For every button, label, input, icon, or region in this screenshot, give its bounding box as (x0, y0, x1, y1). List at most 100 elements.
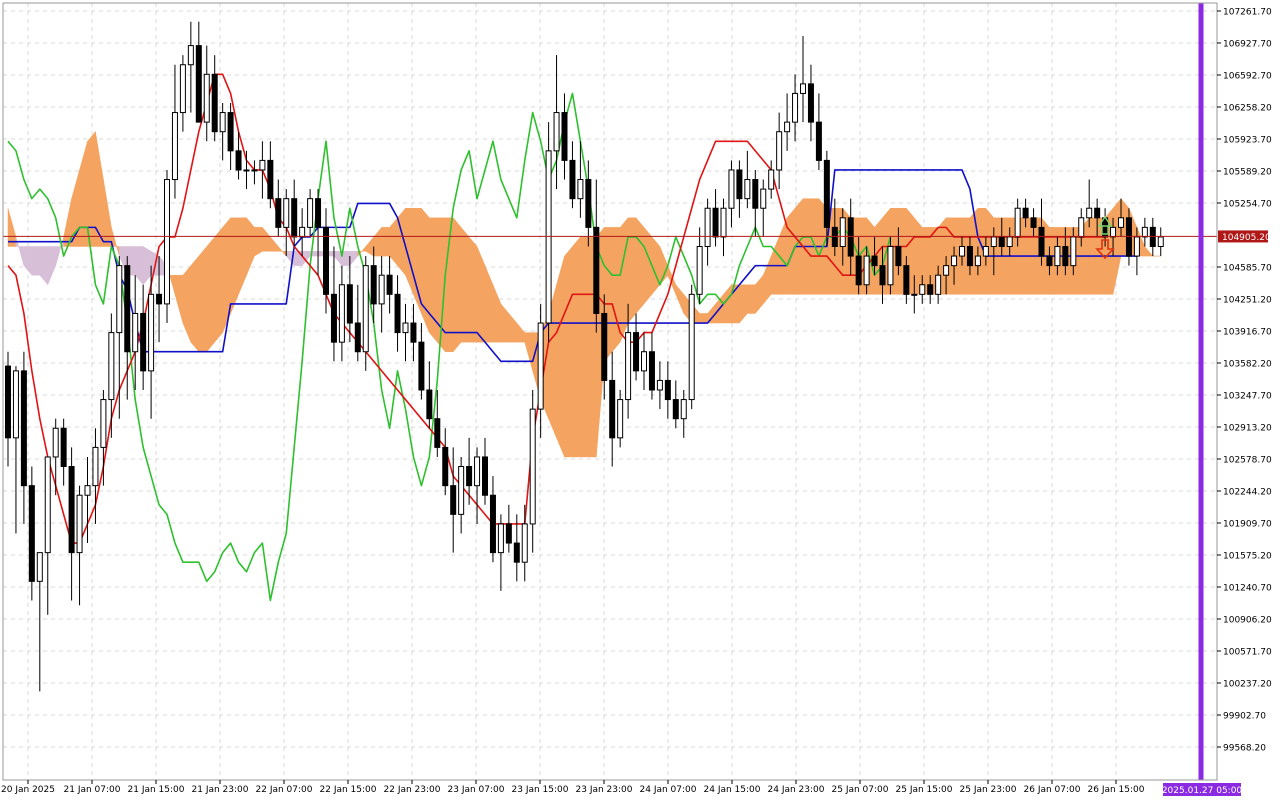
ichimoku-chart-svg: 107261.70 106927.70 106592.70 106258.20 1059… (0, 0, 1280, 800)
candle-bullish (36, 552, 43, 582)
candle-bearish (752, 179, 759, 209)
candle-bullish (951, 255, 958, 267)
time-tick-label: 26 Jan 15:00 (1088, 785, 1145, 795)
price-tick-label: 100237.20 (1223, 680, 1272, 690)
candle-bullish (760, 188, 767, 209)
price-tick-label: 106927.70 (1223, 39, 1272, 49)
candle-bearish (346, 284, 353, 324)
candle-bullish (148, 293, 155, 372)
candle-bullish (1006, 236, 1013, 247)
price-tick-label: 99902.70 (1223, 712, 1266, 722)
price-tick-label: 101240.70 (1223, 584, 1272, 594)
candle-bearish (648, 351, 655, 391)
candle-bearish (561, 112, 568, 161)
candle-bullish (839, 217, 846, 247)
candle-bearish (195, 45, 202, 123)
kumo-bullish-segment (214, 226, 223, 343)
candle-bearish (823, 159, 830, 228)
time-tick-label: 25 Jan 15:00 (896, 785, 953, 795)
candle-bearish (1030, 217, 1037, 228)
candle-bearish (569, 159, 576, 200)
candle-bullish (458, 466, 465, 515)
candle-bearish (998, 236, 1005, 247)
candle-bullish (1054, 245, 1061, 267)
candle-bullish (529, 408, 536, 525)
price-tick-label: 103582.20 (1223, 360, 1272, 370)
candle-bullish (911, 293, 918, 296)
candle-bullish (474, 456, 481, 487)
candle-bullish (959, 245, 965, 257)
candle-bullish (577, 179, 584, 200)
candle-bullish (1133, 236, 1140, 257)
candle-bearish (871, 255, 878, 267)
candle-bullish (720, 207, 727, 238)
kumo-bullish-segment (190, 255, 200, 353)
price-tick-label: 106258.20 (1223, 104, 1272, 114)
candle-bearish (267, 159, 274, 200)
price-tick-label: 105254.70 (1223, 200, 1272, 210)
candle-bearish (609, 379, 616, 439)
kumo-bullish-segment (468, 236, 478, 343)
candle-bearish (879, 265, 886, 286)
candle-bearish (601, 312, 608, 381)
time-tick-label: 25 Jan 07:00 (832, 785, 889, 795)
candle-bearish (20, 370, 27, 487)
candle-bullish (696, 245, 703, 295)
kumo-bullish-segment (198, 245, 207, 352)
candle-bullish (338, 284, 345, 343)
time-tick-label: 20 Jan 2025 (1, 785, 55, 795)
kumo-bullish-segment (580, 236, 589, 458)
candle-bullish (1078, 217, 1085, 238)
candle-bearish (386, 274, 393, 295)
candle-bearish (5, 365, 11, 439)
candle-bearish (855, 255, 862, 286)
candle-bullish (680, 399, 687, 420)
candle-bullish (935, 274, 942, 295)
price-tick-label: 102578.70 (1223, 456, 1272, 466)
kumo-bullish-segment (421, 207, 430, 333)
candle-bullish (378, 274, 385, 305)
candle-bearish (807, 83, 814, 123)
candle-bullish (768, 169, 775, 190)
candle-bearish (664, 379, 671, 401)
candle-bullish (362, 265, 369, 353)
candle-bearish (1062, 245, 1069, 267)
candle-bearish (275, 198, 282, 228)
candle-bearish (140, 312, 147, 372)
candle-bearish (434, 418, 441, 448)
kumo-bullish-segment (635, 217, 645, 315)
candle-bullish (132, 312, 139, 353)
candle-bearish (426, 389, 433, 420)
candle-bearish (227, 112, 234, 152)
candle-bullish (116, 265, 123, 334)
candle-bearish (211, 73, 218, 133)
highlight-time-label: 2025.01.27 05:00 (1162, 786, 1243, 796)
candle-bullish (982, 245, 989, 257)
kumo-bullish-segment (651, 236, 661, 296)
candle-bearish (489, 494, 496, 554)
price-tick-label: 103916.70 (1223, 328, 1272, 338)
candle-bullish (792, 92, 799, 123)
time-tick-label: 22 Jan 23:00 (384, 785, 441, 795)
candle-bullish (100, 399, 107, 448)
time-tick-label: 23 Jan 07:00 (448, 785, 505, 795)
time-tick-label: 24 Jan 07:00 (640, 785, 697, 795)
price-tick-label: 105589.20 (1223, 168, 1272, 178)
time-tick-label: 24 Jan 15:00 (704, 785, 761, 795)
candle-bullish (990, 236, 997, 247)
price-tick-label: 101575.20 (1223, 552, 1272, 562)
kumo-bullish-segment (556, 255, 565, 458)
candle-bearish (672, 399, 679, 420)
candle-bullish (704, 207, 711, 247)
kumo-bullish-segment (643, 226, 653, 305)
candle-bearish (903, 265, 910, 295)
candle-bullish (219, 112, 226, 133)
candle-bearish (593, 226, 600, 314)
candle-bearish (466, 466, 473, 487)
candle-bearish (633, 332, 640, 372)
candle-bearish (505, 523, 512, 544)
price-tick-label: 99568.20 (1223, 744, 1266, 754)
price-tick-label: 105923.70 (1223, 136, 1272, 146)
candle-bearish (28, 485, 35, 582)
candle-bullish (863, 255, 870, 286)
